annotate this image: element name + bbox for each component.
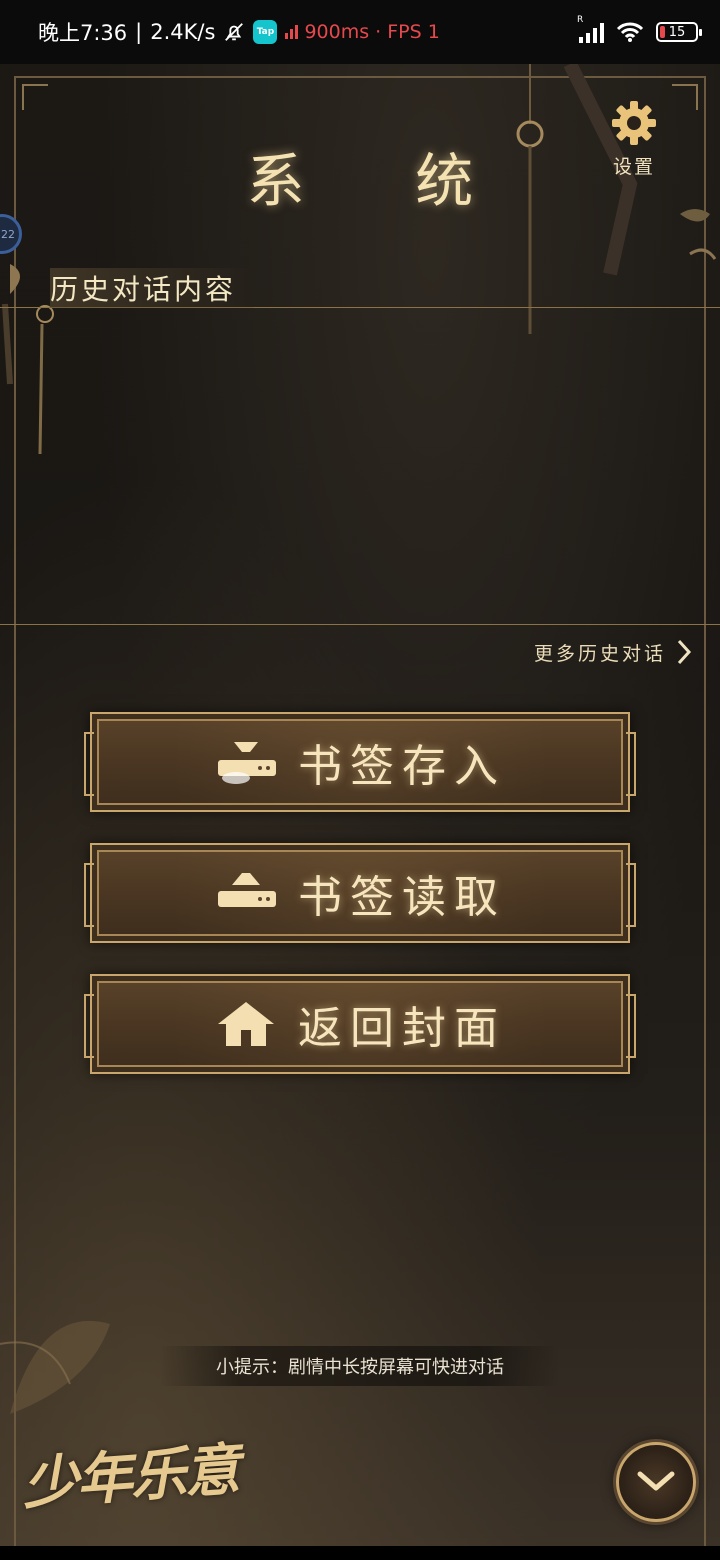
network-bars-icon [285, 25, 299, 39]
signal-tag: R [577, 15, 584, 25]
ginkgo-leaf-decoration [0, 1320, 110, 1414]
floating-avatar-badge[interactable]: 22 [0, 214, 22, 254]
bookmark-save-icon [214, 738, 278, 786]
game-logo: 少年乐意 [19, 1425, 240, 1521]
bookmark-load-icon [214, 869, 278, 917]
more-history-link[interactable]: 更多历史对话 [534, 638, 692, 666]
status-time: 晚上7:36 [38, 21, 128, 45]
home-icon [214, 1000, 278, 1048]
return-cover-label: 返回封面 [298, 1003, 506, 1054]
system-panel: 系 统 设置 22 历史对话内容 更多历史对话 书签存入 书签读取 返回封面 小… [0, 64, 720, 1546]
battery-icon: 15 [656, 22, 702, 42]
collapse-button[interactable] [616, 1442, 696, 1522]
cell-signal-icon: R [577, 15, 604, 43]
status-divider: | [135, 20, 143, 44]
gear-icon [612, 101, 656, 145]
tip-text: 小提示：剧情中长按屏幕可快进对话 [216, 1357, 504, 1378]
settings-label: 设置 [612, 156, 655, 178]
history-dialogue-area[interactable] [0, 309, 720, 625]
mute-bell-icon [225, 23, 244, 41]
frame-corner-ornament [22, 84, 48, 110]
tap-app-icon: Tap [253, 20, 278, 44]
bookmark-load-button[interactable]: 书签读取 [84, 843, 636, 943]
history-section-title: 历史对话内容 [50, 268, 255, 308]
network-latency: 900ms · FPS 1 [304, 21, 440, 43]
chevron-right-icon [677, 639, 692, 665]
history-section-header: 历史对话内容 [0, 260, 720, 308]
status-bar: 晚上7:36 | 2.4K/s Tap 900ms · FPS 1 R 15 [0, 0, 720, 64]
battery-level: 15 [668, 24, 686, 40]
return-cover-button[interactable]: 返回封面 [84, 974, 636, 1074]
chevron-down-icon [637, 1471, 675, 1491]
bookmark-save-label: 书签存入 [298, 741, 506, 792]
settings-button[interactable]: 设置 [604, 100, 664, 180]
navigation-bar [0, 1546, 720, 1560]
status-speed: 2.4K/s [150, 20, 216, 44]
wifi-icon [616, 22, 644, 42]
more-history-label: 更多历史对话 [533, 642, 666, 665]
network-indicator: 900ms · FPS 1 [285, 21, 440, 43]
tip-banner: 小提示：剧情中长按屏幕可快进对话 [160, 1346, 560, 1386]
game-logo-text: 少年乐意 [20, 1436, 241, 1518]
avatar-badge-text: 22 [1, 227, 15, 241]
bookmark-load-label: 书签读取 [298, 872, 506, 923]
bookmark-save-button[interactable]: 书签存入 [84, 712, 636, 812]
